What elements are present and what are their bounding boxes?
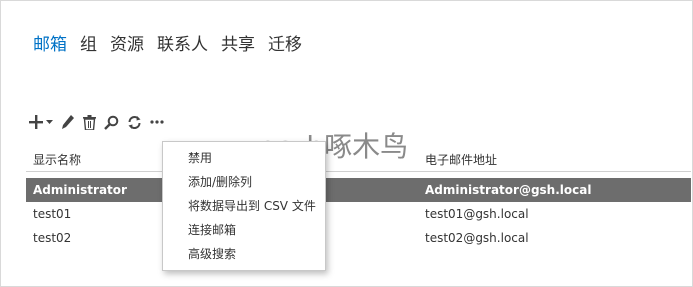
table-row[interactable]: test01 test01@gsh.local (26, 202, 691, 226)
menu-item-connect-mailbox[interactable]: 连接邮箱 (188, 222, 236, 238)
nav-item-resources[interactable]: 资源 (110, 33, 144, 57)
row-display-name: test01 (33, 207, 72, 221)
toolbar (28, 111, 172, 133)
nav-item-mailbox[interactable]: 邮箱 (33, 33, 67, 57)
menu-item-export-csv[interactable]: 将数据导出到 CSV 文件 (188, 198, 316, 214)
chevron-down-icon (46, 119, 53, 125)
table-row[interactable]: test02 test02@gsh.local (26, 226, 691, 250)
search-icon (104, 115, 119, 130)
top-nav: 邮箱 组 资源 联系人 共享 迁移 (33, 33, 315, 57)
table-row[interactable]: Administrator Administrator@gsh.local (26, 178, 691, 202)
column-header-display-name[interactable]: 显示名称 (33, 151, 81, 168)
edit-button[interactable] (61, 111, 75, 133)
search-button[interactable] (104, 111, 119, 133)
delete-button[interactable] (83, 111, 96, 133)
nav-item-migration[interactable]: 迁移 (268, 33, 302, 57)
row-display-name: test02 (33, 231, 72, 245)
menu-item-add-remove-columns[interactable]: 添加/删除列 (188, 174, 252, 190)
menu-item-advanced-search[interactable]: 高级搜索 (188, 246, 236, 262)
row-email: test02@gsh.local (425, 231, 529, 245)
trash-icon (83, 114, 96, 130)
header-divider (26, 171, 691, 172)
more-icon (150, 120, 164, 124)
refresh-icon (127, 115, 142, 130)
more-button[interactable] (150, 111, 164, 133)
row-display-name: Administrator (33, 183, 127, 197)
row-email: Administrator@gsh.local (425, 183, 592, 197)
row-email: test01@gsh.local (425, 207, 529, 221)
pencil-icon (61, 114, 75, 130)
add-button[interactable] (28, 111, 53, 133)
nav-item-shared[interactable]: 共享 (221, 33, 255, 57)
nav-item-groups[interactable]: 组 (80, 33, 97, 57)
column-header-email[interactable]: 电子邮件地址 (425, 151, 497, 168)
menu-item-disable[interactable]: 禁用 (188, 150, 212, 166)
nav-item-contacts[interactable]: 联系人 (157, 33, 208, 57)
context-menu: 禁用 添加/删除列 将数据导出到 CSV 文件 连接邮箱 高级搜索 (162, 141, 326, 271)
refresh-button[interactable] (127, 111, 142, 133)
add-icon (28, 114, 44, 130)
